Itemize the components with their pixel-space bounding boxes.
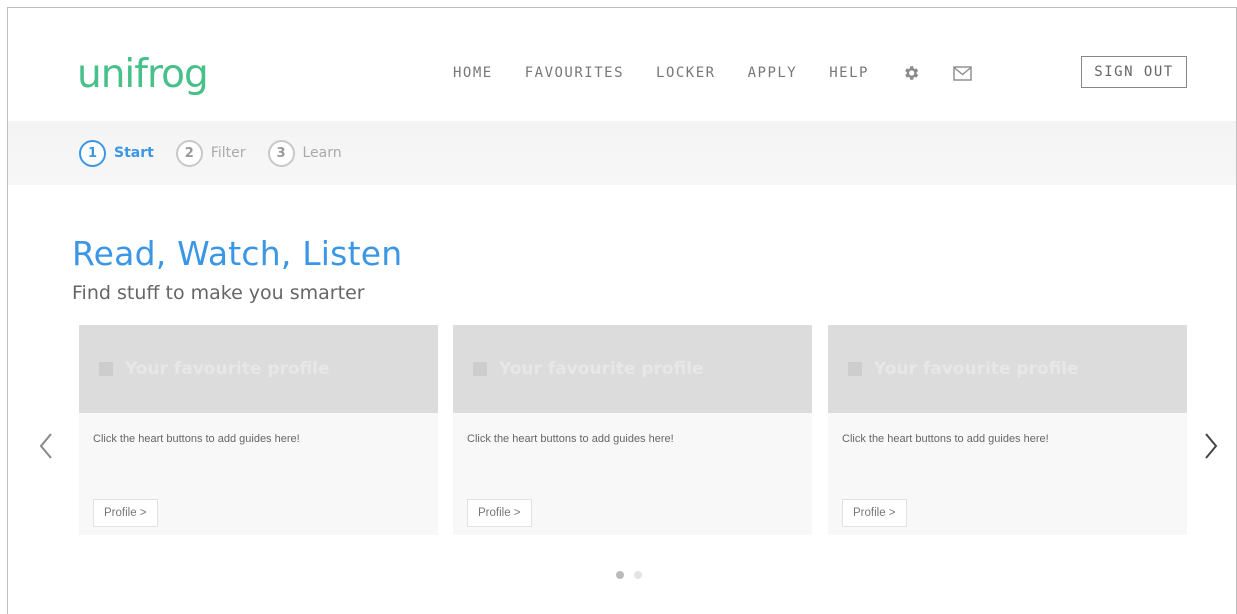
- carousel-dot[interactable]: [634, 571, 642, 579]
- carousel-dot[interactable]: [616, 571, 624, 579]
- page-title: Read, Watch, Listen: [72, 234, 403, 273]
- step-label: Filter: [210, 145, 246, 161]
- step-number: 1: [79, 139, 106, 167]
- chevron-left-icon[interactable]: [35, 428, 57, 464]
- chevron-right-icon[interactable]: [1200, 428, 1222, 464]
- carousel-dots: [616, 571, 652, 579]
- page-frame: unifrog HOME FAVOURITES LOCKER APPLY HEL…: [7, 7, 1237, 614]
- step-number: 3: [267, 139, 295, 167]
- nav-apply[interactable]: APPLY: [748, 65, 798, 81]
- profile-button[interactable]: Profile >: [842, 499, 907, 527]
- favourite-profile-card: Your favourite profile Click the heart b…: [828, 325, 1187, 535]
- heart-icon: [473, 362, 487, 376]
- gear-icon[interactable]: [901, 63, 921, 83]
- step-label: Learn: [302, 145, 342, 161]
- profile-button[interactable]: Profile >: [467, 499, 532, 527]
- favourite-profile-card: Your favourite profile Click the heart b…: [453, 325, 812, 535]
- card-body: Click the heart buttons to add guides he…: [453, 413, 812, 445]
- nav-help[interactable]: HELP: [829, 65, 869, 81]
- card-heading: Your favourite profile: [874, 359, 1079, 379]
- card-heading: Your favourite profile: [125, 359, 330, 379]
- step-start[interactable]: 1 Start: [79, 139, 154, 167]
- card-body: Click the heart buttons to add guides he…: [828, 413, 1187, 445]
- nav-locker[interactable]: LOCKER: [656, 65, 716, 81]
- nav-favourites[interactable]: FAVOURITES: [525, 65, 624, 81]
- heart-icon: [848, 362, 862, 376]
- step-number: 2: [175, 139, 203, 167]
- card-heading: Your favourite profile: [499, 359, 704, 379]
- card-text: Click the heart buttons to add guides he…: [842, 433, 1049, 445]
- card-header: Your favourite profile: [828, 325, 1187, 413]
- step-learn[interactable]: 3 Learn: [267, 139, 342, 167]
- page-subtitle: Find stuff to make you smarter: [72, 282, 365, 304]
- step-filter[interactable]: 2 Filter: [175, 139, 246, 167]
- profile-button[interactable]: Profile >: [93, 499, 158, 527]
- main-nav: HOME FAVOURITES LOCKER APPLY HELP: [453, 63, 1005, 83]
- card-header: Your favourite profile: [453, 325, 812, 413]
- mail-icon[interactable]: [953, 63, 973, 83]
- nav-home[interactable]: HOME: [453, 65, 493, 81]
- card-header: Your favourite profile: [79, 325, 438, 413]
- card-body: Click the heart buttons to add guides he…: [79, 413, 438, 445]
- card-text: Click the heart buttons to add guides he…: [467, 433, 674, 445]
- sign-out-button[interactable]: SIGN OUT: [1081, 56, 1187, 88]
- unifrog-logo[interactable]: unifrog: [77, 52, 209, 97]
- step-label: Start: [114, 145, 154, 161]
- favourite-profile-card: Your favourite profile Click the heart b…: [79, 325, 438, 535]
- steps-bar: 1 Start 2 Filter 3 Learn: [8, 121, 1236, 185]
- card-text: Click the heart buttons to add guides he…: [93, 433, 300, 445]
- heart-icon: [99, 362, 113, 376]
